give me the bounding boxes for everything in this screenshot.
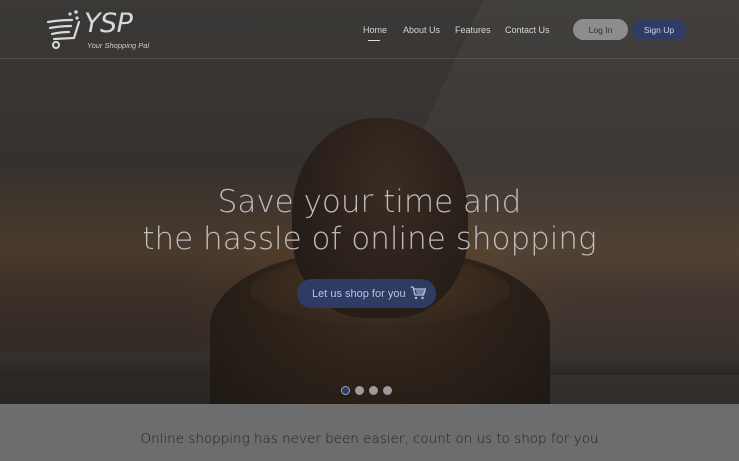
carousel-dot-4[interactable]: [383, 386, 392, 395]
shop-for-you-button[interactable]: Let us shop for you: [297, 279, 436, 308]
carousel-dot-2[interactable]: [355, 386, 364, 395]
login-button[interactable]: Log In: [573, 19, 628, 40]
intro-band-text: Online shopping has never been easier, c…: [140, 431, 599, 447]
carousel-dot-1[interactable]: [341, 386, 350, 395]
nav-item-about-us[interactable]: About Us: [403, 25, 440, 35]
nav-item-home[interactable]: Home: [363, 25, 387, 35]
hero-headline: Save your time and the hassle of online …: [0, 184, 739, 258]
logo-tagline: Your Shopping Pal: [87, 41, 150, 50]
carousel-dot-3[interactable]: [369, 386, 378, 395]
shopping-cart-icon: [410, 286, 426, 300]
hero-headline-line-1: Save your time and: [217, 184, 522, 220]
nav-item-features[interactable]: Features: [455, 25, 491, 35]
cart-logo-icon: [46, 10, 81, 49]
intro-band: Online shopping has never been easier, c…: [0, 404, 739, 461]
nav-active-indicator: [368, 40, 380, 41]
nav-item-contact-us[interactable]: Contact Us: [505, 25, 550, 35]
hero-headline-line-2: the hassle of online shopping: [142, 221, 597, 257]
cta-label: Let us shop for you: [312, 287, 406, 300]
signup-button[interactable]: Sign Up: [632, 19, 686, 40]
logo[interactable]: YSP Your Shopping Pal: [44, 6, 154, 52]
site-header: YSP Your Shopping Pal Home About Us Feat…: [0, 0, 739, 59]
logo-text: YSP: [84, 8, 133, 39]
